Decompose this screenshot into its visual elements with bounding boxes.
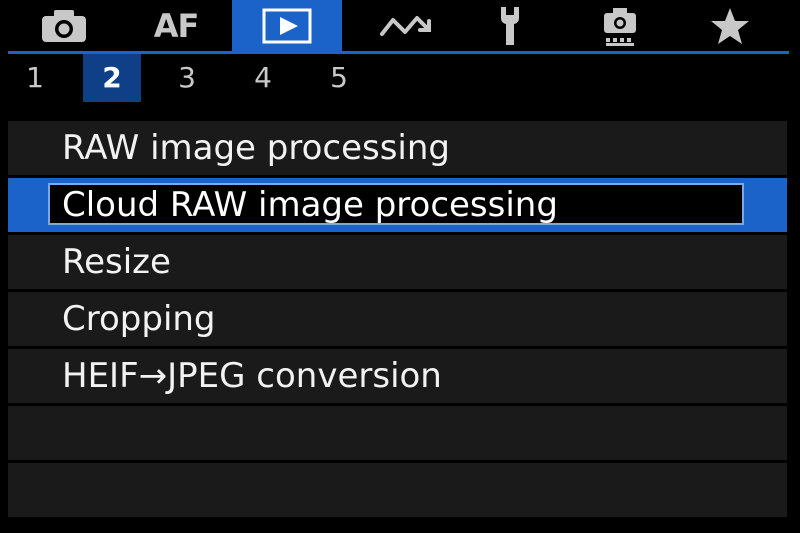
menu-item-label: RAW image processing (62, 128, 451, 168)
tab-my-menu[interactable] (690, 0, 770, 52)
wrench-icon (501, 7, 519, 45)
menu-item-label: Resize (62, 242, 171, 282)
menu-item-cropping[interactable]: Cropping (8, 292, 787, 346)
page-tab-3[interactable]: 3 (158, 54, 216, 102)
menu-item-label: Cloud RAW image processing (62, 185, 558, 225)
tab-playback[interactable] (232, 0, 342, 52)
playback-icon (262, 8, 312, 44)
camera-icon (42, 10, 86, 42)
menu-item-label: Cropping (62, 299, 216, 339)
tab-custom-functions[interactable] (578, 0, 662, 52)
menu-item-raw-image-processing[interactable]: RAW image processing (8, 121, 787, 175)
page-tab-5[interactable]: 5 (310, 54, 368, 102)
menu-item-label: HEIF→JPEG conversion (62, 356, 442, 396)
star-icon (711, 8, 749, 44)
af-icon: AF (153, 7, 200, 45)
custom-functions-icon (604, 8, 636, 46)
tab-setup[interactable] (470, 0, 550, 52)
menu-item-resize[interactable]: Resize (8, 235, 787, 289)
page-tab-1[interactable]: 1 (6, 54, 64, 102)
tab-af[interactable]: AF (134, 0, 218, 52)
menu-tab-bar: AF (0, 0, 800, 52)
menu-item-empty (8, 406, 787, 460)
page-selector: 1 2 3 4 5 (0, 54, 800, 102)
tab-shooting[interactable] (24, 0, 104, 52)
menu-item-cloud-raw-image-processing[interactable]: Cloud RAW image processing (8, 178, 787, 232)
page-tab-2[interactable]: 2 (83, 54, 141, 102)
menu-list: RAW image processing Cloud RAW image pro… (8, 121, 787, 520)
tab-wireless[interactable] (362, 0, 450, 52)
wireless-icon (380, 16, 431, 36)
menu-item-empty (8, 463, 787, 517)
page-tab-4[interactable]: 4 (234, 54, 292, 102)
menu-item-heif-jpeg-conversion[interactable]: HEIF→JPEG conversion (8, 349, 787, 403)
